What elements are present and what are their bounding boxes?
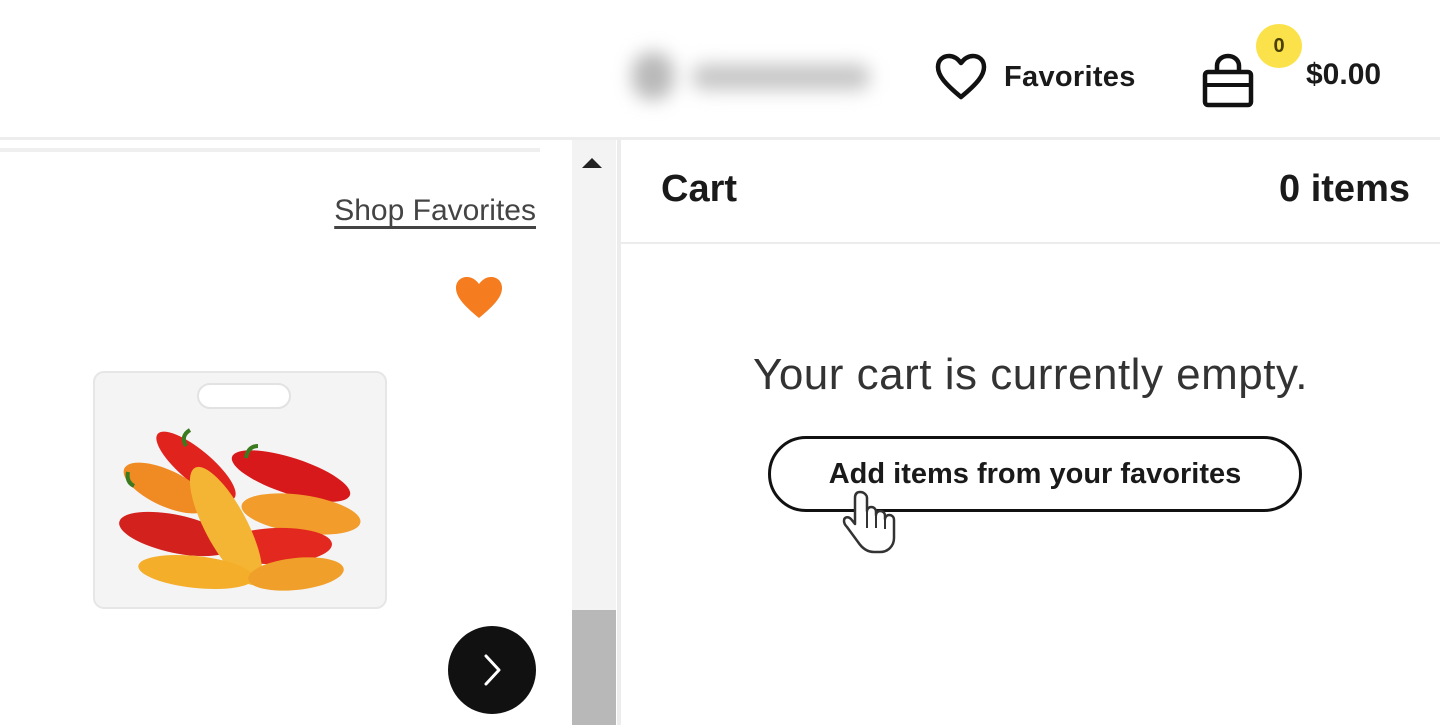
panel-scrollbar[interactable] [572,140,616,725]
favorites-panel: Shop Favorites [0,140,572,725]
heart-outline-icon [935,53,987,100]
account-name-blurred [692,64,870,90]
cart-item-count: 0 items [1279,168,1410,210]
favorites-label: Favorites [1004,60,1136,93]
panel-divider [0,148,540,152]
top-header: Favorites 0 $0.00 [0,0,1440,140]
cart-title: Cart [661,168,738,210]
add-from-favorites-button[interactable]: Add items from your favorites [768,436,1302,512]
shopping-bag-icon [1202,53,1254,108]
heart-filled-icon[interactable] [452,274,506,322]
shop-favorites-link[interactable]: Shop Favorites [334,194,536,228]
cart-button[interactable]: 0 $0.00 [1196,24,1406,114]
account-menu-blurred[interactable] [622,48,880,104]
chevron-right-icon [484,654,501,686]
account-avatar [632,52,674,100]
scroll-thumb[interactable] [572,610,616,725]
favorites-link[interactable]: Favorites [934,52,1136,102]
cart-panel: Cart 0 items Your cart is currently empt… [621,140,1440,725]
cart-total: $0.00 [1306,58,1382,91]
scroll-up-arrow-icon[interactable] [582,158,602,168]
cart-header: Cart 0 items [621,140,1440,244]
empty-cart-message: Your cart is currently empty. [753,350,1308,399]
cart-count-badge: 0 [1256,24,1302,68]
carousel-next-button[interactable] [448,626,536,714]
product-image[interactable] [86,366,396,614]
